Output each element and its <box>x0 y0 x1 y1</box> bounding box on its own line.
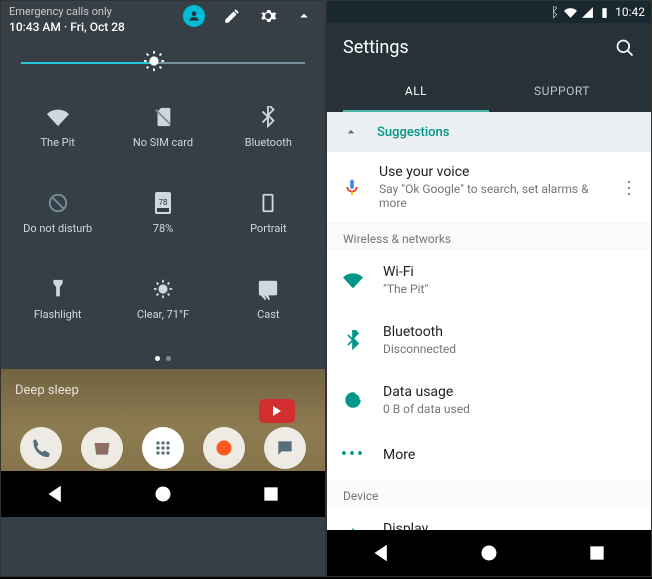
back-button[interactable] <box>371 543 391 563</box>
section-wireless: Wireless & networks <box>327 222 651 250</box>
tile-cast[interactable]: Cast <box>216 256 321 342</box>
tab-all[interactable]: ALL <box>343 72 489 112</box>
home-screen: Deep sleep <box>1 369 325 517</box>
nav-bar <box>327 530 651 576</box>
edit-icon[interactable] <box>223 7 241 25</box>
setting-display[interactable]: DisplayAdaptive brightness is ON <box>327 507 651 530</box>
dock-app-2[interactable] <box>81 427 123 469</box>
bluetooth-status-icon <box>547 6 560 19</box>
bluetooth-icon <box>343 330 363 350</box>
signal-status-icon <box>581 6 594 19</box>
settings-screen: 10:42 Settings ALL SUPPORT Suggestions U… <box>326 0 652 577</box>
google-voice-icon <box>341 176 363 198</box>
recents-button[interactable] <box>587 543 607 563</box>
user-switcher-icon[interactable] <box>183 5 205 27</box>
app-bar: Settings ALL SUPPORT <box>327 23 651 112</box>
tile-rotation[interactable]: Portrait <box>216 170 321 256</box>
qs-tiles: The Pit No SIM card Bluetooth Do not dis… <box>1 78 325 352</box>
phone-app-icon[interactable] <box>20 427 62 469</box>
suggestions-header[interactable]: Suggestions <box>327 112 651 152</box>
status-bar: 10:42 <box>327 1 651 23</box>
battery-status-icon <box>598 6 611 19</box>
tile-battery[interactable]: 7878% <box>110 170 215 256</box>
home-widget-text: Deep sleep <box>15 383 79 398</box>
home-button[interactable] <box>479 543 499 563</box>
tile-weather[interactable]: Clear, 71°F <box>110 256 215 342</box>
chevron-up-icon <box>343 124 359 140</box>
page-title: Settings <box>343 37 409 58</box>
status-bar: Emergency calls only 10:43 AM · Fri, Oct… <box>1 1 325 38</box>
setting-data-usage[interactable]: Data usage0 B of data used <box>327 370 651 430</box>
data-usage-icon <box>343 390 363 410</box>
setting-bluetooth[interactable]: BluetoothDisconnected <box>327 310 651 370</box>
messages-app-icon[interactable] <box>264 427 306 469</box>
tile-bluetooth[interactable]: Bluetooth <box>216 84 321 170</box>
back-button[interactable] <box>45 484 65 504</box>
home-button[interactable] <box>153 484 173 504</box>
youtube-app-icon[interactable] <box>259 399 295 423</box>
wifi-status-icon <box>564 6 577 19</box>
settings-gear-icon[interactable] <box>259 7 277 25</box>
overflow-icon[interactable]: ⋯ <box>618 179 639 196</box>
search-icon[interactable] <box>615 38 635 58</box>
section-device: Device <box>327 479 651 507</box>
quick-settings-panel: Emergency calls only 10:43 AM · Fri, Oct… <box>0 0 326 577</box>
nav-bar <box>1 471 325 517</box>
tab-support[interactable]: SUPPORT <box>489 72 635 112</box>
wifi-icon <box>343 270 363 290</box>
signal-text: Emergency calls only <box>9 5 125 18</box>
tile-dnd[interactable]: Do not disturb <box>5 170 110 256</box>
tile-wifi[interactable]: The Pit <box>5 84 110 170</box>
brightness-slider[interactable] <box>1 38 325 78</box>
setting-more[interactable]: ••• More <box>327 430 651 479</box>
suggestion-voice[interactable]: Use your voice Say "Ok Google" to search… <box>327 152 651 222</box>
tile-flashlight[interactable]: Flashlight <box>5 256 110 342</box>
dock-app-4[interactable] <box>203 427 245 469</box>
tabs: ALL SUPPORT <box>343 72 635 112</box>
tile-sim[interactable]: No SIM card <box>110 84 215 170</box>
setting-wifi[interactable]: Wi-Fi"The Pit" <box>327 250 651 310</box>
more-icon: ••• <box>341 444 365 465</box>
dock <box>1 427 325 469</box>
recents-button[interactable] <box>261 484 281 504</box>
page-indicator <box>1 352 325 369</box>
app-drawer-icon[interactable] <box>142 427 184 469</box>
chevron-up-icon[interactable] <box>295 7 313 25</box>
status-time: 10:42 <box>615 5 645 19</box>
